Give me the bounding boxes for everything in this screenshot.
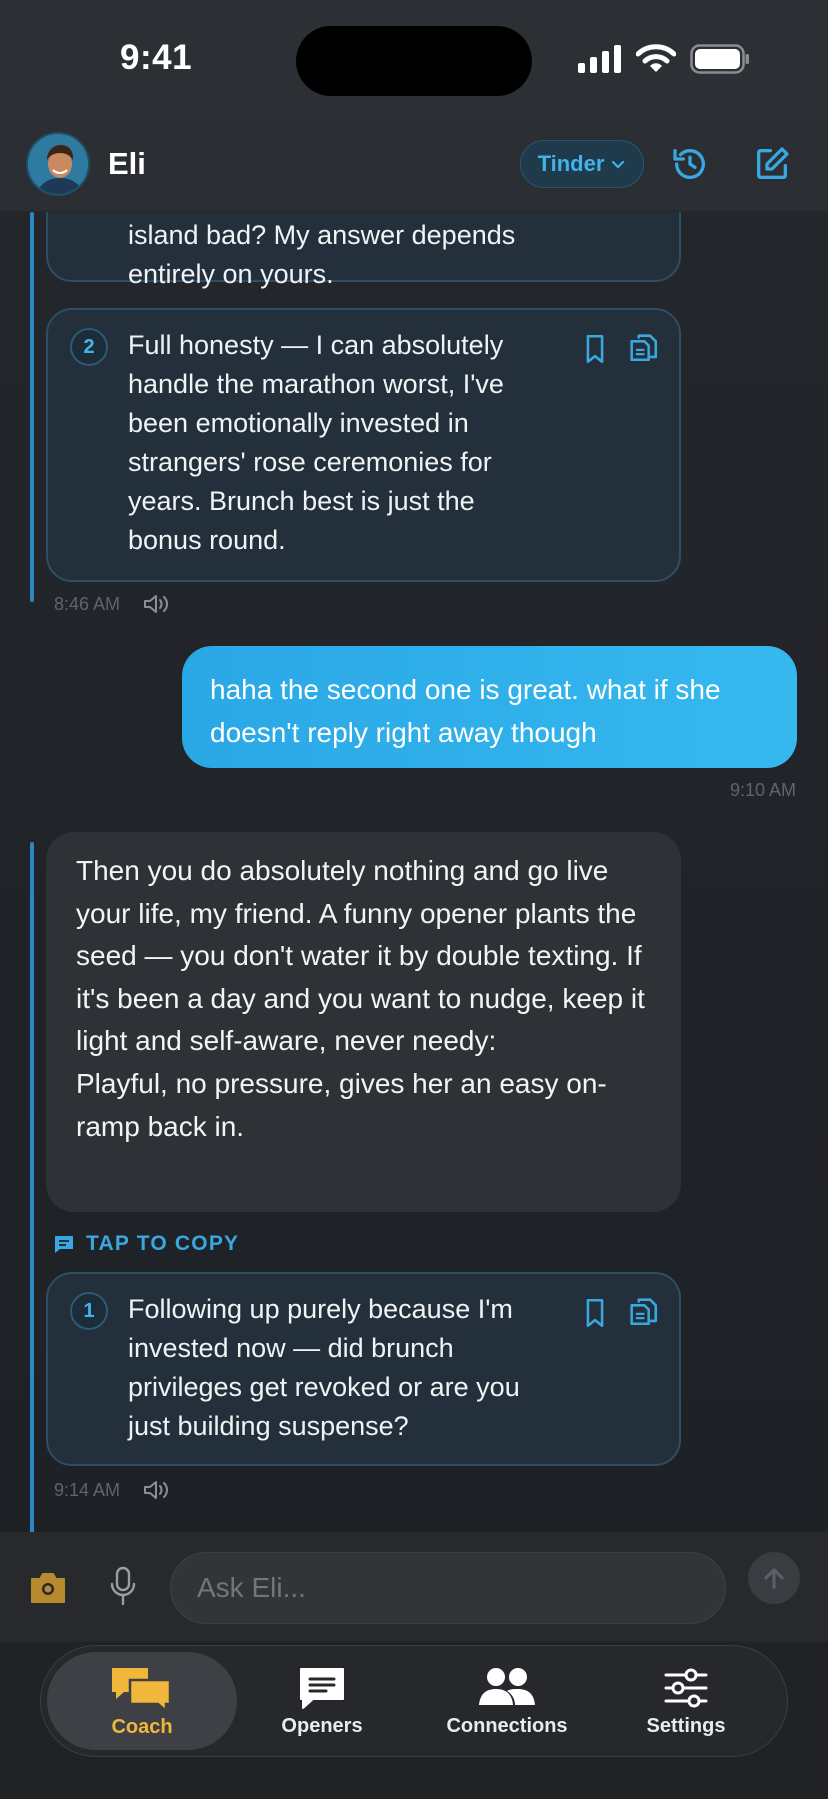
microphone-icon[interactable] [108, 1566, 138, 1608]
coach-avatar-illustration [28, 134, 88, 194]
reply-text: island bad? My answer depends entirely o… [128, 220, 516, 289]
send-button[interactable] [748, 1552, 800, 1604]
speaker-icon[interactable] [142, 1478, 172, 1502]
comment-icon [55, 1236, 73, 1253]
bookmark-icon[interactable] [578, 332, 612, 366]
assistant-message-bubble: Then you do absolutely nothing and go li… [46, 832, 681, 1212]
tap-to-copy-label: TAP TO COPY [52, 1232, 239, 1256]
app-screen: island bad? My answer depends entirely o… [0, 0, 828, 1799]
tab-label: Coach [111, 1715, 173, 1738]
status-bar: 9:41 [0, 0, 828, 120]
message-icon [300, 1667, 344, 1709]
platform-selector[interactable]: Tinder [520, 140, 644, 188]
bookmark-icon[interactable] [578, 1296, 612, 1330]
history-icon[interactable] [670, 144, 710, 184]
timestamp: 9:14 AM [54, 1479, 121, 1500]
tab-settings[interactable]: Settings [591, 1652, 781, 1750]
timestamp: 8:46 AM [54, 593, 121, 614]
reply-number-badge: 1 [70, 1292, 108, 1330]
status-icons [578, 44, 750, 74]
arrow-up-icon [764, 1568, 784, 1589]
chevron-down-icon [612, 160, 625, 169]
tab-connections[interactable]: Connections [407, 1652, 607, 1750]
chat-thread[interactable]: island bad? My answer depends entirely o… [0, 212, 828, 1532]
chat-header: Eli Tinder [0, 120, 828, 212]
tab-coach[interactable]: Coach [47, 1652, 237, 1750]
reply-card-2[interactable]: 2 Full honesty — I can absolutely handle… [46, 308, 681, 582]
reply-text: Full honesty — I can absolutely handle t… [128, 330, 504, 555]
reply-text: Following up purely because I'm invested… [128, 1294, 520, 1441]
assistant-thread-line [30, 842, 34, 1532]
tab-label: Settings [646, 1714, 726, 1737]
compose-icon[interactable] [752, 144, 792, 184]
tap-to-copy-text: TAP TO COPY [86, 1232, 240, 1255]
reply-card-1[interactable]: 1 Following up purely because I'm invest… [46, 1272, 681, 1466]
signal-icon [578, 45, 621, 73]
reply-card-partial[interactable]: island bad? My answer depends entirely o… [46, 212, 681, 289]
timestamp: 9:10 AM [729, 780, 796, 800]
message-meta: 9:14 AM [54, 1478, 172, 1502]
chat-bubbles-icon [112, 1667, 172, 1712]
tab-bar: Coach Openers Connections Settings [40, 1645, 788, 1757]
reply-number-badge: 2 [70, 328, 108, 366]
tab-openers[interactable]: Openers [227, 1652, 417, 1750]
sliders-icon [664, 1668, 708, 1707]
battery-icon [690, 44, 749, 74]
copy-icon[interactable] [626, 330, 660, 364]
camera-icon[interactable] [28, 1570, 68, 1606]
composer-bar: Ask Eli... [0, 1532, 828, 1642]
platform-label: Tinder [537, 151, 605, 176]
user-message-text: haha the second one is great. what if sh… [210, 674, 721, 748]
dynamic-island [296, 26, 532, 96]
coach-name: Eli [108, 146, 146, 181]
coach-avatar[interactable] [26, 132, 90, 196]
message-meta: 8:46 AM [54, 592, 172, 616]
people-icon [479, 1667, 535, 1705]
speaker-icon[interactable] [142, 592, 172, 616]
ask-input[interactable]: Ask Eli... [170, 1552, 726, 1624]
tab-label: Openers [281, 1714, 363, 1737]
user-message-meta: 9:10 AM [730, 780, 796, 801]
status-time: 9:41 [120, 38, 193, 77]
user-message-bubble: haha the second one is great. what if sh… [182, 646, 797, 768]
assistant-message-text: Then you do absolutely nothing and go li… [76, 855, 645, 1142]
assistant-thread-line [30, 212, 34, 602]
wifi-icon [636, 44, 676, 72]
tab-label: Connections [446, 1714, 568, 1737]
copy-icon[interactable] [626, 1294, 660, 1328]
